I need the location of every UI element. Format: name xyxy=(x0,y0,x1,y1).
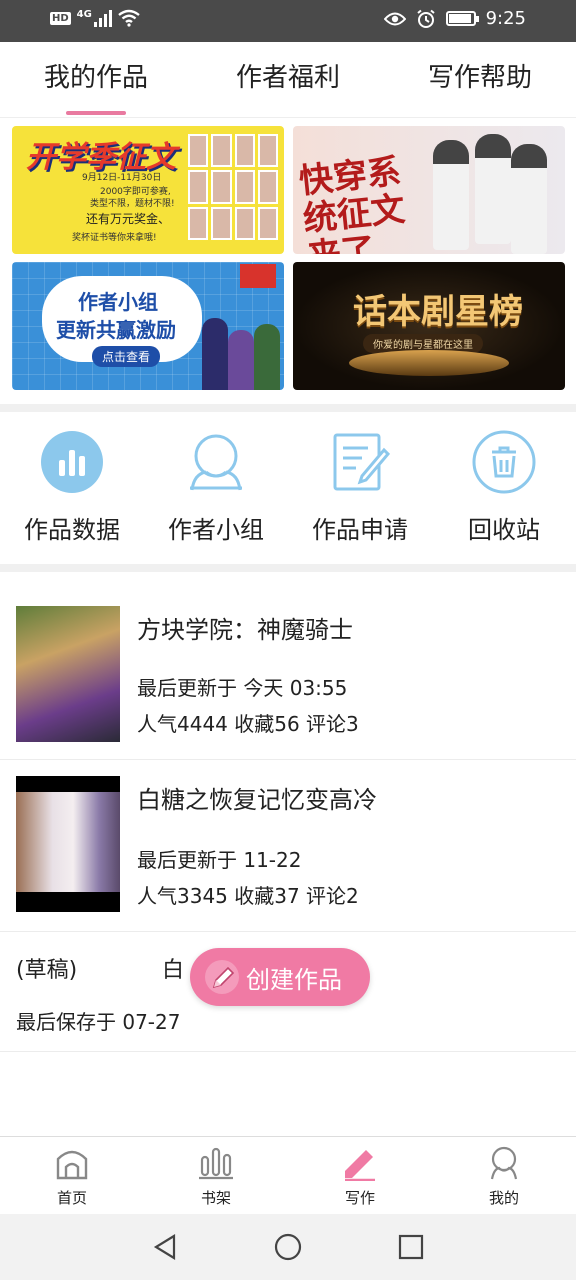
home-circle-icon[interactable] xyxy=(273,1232,303,1262)
recent-apps-icon[interactable] xyxy=(396,1232,426,1262)
action-author-group[interactable]: 作者小组 xyxy=(144,414,288,564)
banner-back-to-school-contest[interactable]: 开学季征文 9月12日-11月30日 2000字即可参赛, 类型不限，题材不限!… xyxy=(12,126,284,254)
work-title: 方块学院：神魔骑士 xyxy=(137,616,353,644)
banner-title: 快穿系统征文来了 xyxy=(297,151,407,254)
banner-stage xyxy=(349,350,509,376)
banner-view-button[interactable]: 点击查看 xyxy=(92,346,161,367)
action-recycle-bin[interactable]: 回收站 xyxy=(432,414,576,564)
action-label: 回收站 xyxy=(468,516,540,544)
action-work-data[interactable]: 作品数据 xyxy=(0,414,144,564)
work-item[interactable]: 白糖之恢复记忆变高冷 最后更新于 11-22 人气3345 收藏37 评论2 xyxy=(0,760,576,932)
banner-figure xyxy=(254,324,280,390)
banner-figure xyxy=(511,144,547,254)
home-icon xyxy=(56,1150,88,1180)
nav-write[interactable]: 写作 xyxy=(288,1137,432,1214)
draft-label: (草稿) xyxy=(16,958,78,983)
create-work-button[interactable]: 创建作品 xyxy=(190,948,370,1006)
tab-author-benefits[interactable]: 作者福利 xyxy=(192,42,384,117)
network-type: 4G xyxy=(76,9,92,20)
work-stats: 人气3345 收藏37 评论2 xyxy=(137,884,359,908)
create-work-label: 创建作品 xyxy=(246,965,342,994)
pencil-icon xyxy=(205,960,239,994)
alarm-icon xyxy=(416,9,435,28)
banner-figure xyxy=(433,140,469,250)
nav-label: 书架 xyxy=(200,1189,231,1207)
clock-time: 9:25 xyxy=(485,8,526,29)
status-bar: HD 4G 9:25 xyxy=(0,0,576,42)
work-cover xyxy=(16,606,120,742)
banner-figure xyxy=(475,134,511,244)
action-label: 作者小组 xyxy=(168,516,264,544)
nav-me[interactable]: 我的 xyxy=(432,1137,576,1214)
tab-my-works[interactable]: 我的作品 xyxy=(0,42,192,117)
action-label: 作品数据 xyxy=(24,516,120,544)
banner-grid: 开学季征文 9月12日-11月30日 2000字即可参赛, 类型不限，题材不限!… xyxy=(12,126,565,390)
bottom-nav: 首页 书架 写作 我的 xyxy=(0,1136,576,1214)
wifi-icon xyxy=(118,9,140,27)
work-item[interactable]: 方块学院：神魔骑士 最后更新于 今天 03:55 人气4444 收藏56 评论3 xyxy=(0,586,576,760)
edit-document-icon xyxy=(333,433,391,491)
banner-text: 还有万元奖金、 xyxy=(86,212,171,226)
banner-drama-star-ranking[interactable]: 话本剧星榜 你爱的剧与星都在这里 xyxy=(293,262,565,390)
banner-figure xyxy=(202,318,228,390)
banner-author-group[interactable]: 作者小组 更新共赢激励 点击查看 xyxy=(12,262,284,390)
section-divider xyxy=(0,564,576,572)
pen-icon xyxy=(345,1150,375,1182)
status-right: 9:25 xyxy=(383,8,526,29)
group-icon xyxy=(190,434,242,491)
nav-label: 首页 xyxy=(56,1189,87,1207)
eye-icon xyxy=(383,12,406,25)
banner-quick-travel-contest[interactable]: 快穿系统征文来了 xyxy=(293,126,565,254)
nav-label: 我的 xyxy=(488,1189,519,1207)
banner-dates: 9月12日-11月30日 xyxy=(82,173,162,183)
action-label: 作品申请 xyxy=(312,516,408,544)
battery-icon xyxy=(445,11,479,26)
work-cover xyxy=(16,776,120,912)
action-work-application[interactable]: 作品申请 xyxy=(288,414,432,564)
flag-icon xyxy=(240,264,276,288)
nav-home[interactable]: 首页 xyxy=(0,1137,144,1214)
work-title: 白糖之恢复记忆变高冷 xyxy=(137,786,377,814)
banner-title: 话本剧星榜 xyxy=(353,292,523,332)
banner-text: 类型不限，题材不限! xyxy=(90,199,175,209)
system-nav-bar xyxy=(0,1214,576,1280)
signal-icon xyxy=(93,9,112,27)
banner-title: 作者小组 xyxy=(78,290,158,314)
work-updated: 最后更新于 11-22 xyxy=(137,848,302,872)
nav-bookshelf[interactable]: 书架 xyxy=(144,1137,288,1214)
draft-saved-time: 最后保存于 07-27 xyxy=(16,1010,181,1034)
banner-text: 奖杯证书等你来拿哦! xyxy=(72,233,157,243)
work-updated: 最后更新于 今天 03:55 xyxy=(137,676,348,700)
banner-subtitle: 更新共赢激励 xyxy=(56,318,176,342)
profile-icon xyxy=(490,1146,518,1180)
work-stats: 人气4444 收藏56 评论3 xyxy=(137,712,359,736)
draft-title: 白 xyxy=(162,958,185,983)
top-tabs: 我的作品 作者福利 写作帮助 xyxy=(0,42,576,118)
bookshelf-icon xyxy=(199,1147,233,1180)
section-divider xyxy=(0,404,576,412)
trash-icon xyxy=(472,430,536,494)
tab-writing-help[interactable]: 写作帮助 xyxy=(384,42,576,117)
hd-badge: HD xyxy=(50,11,71,25)
bar-chart-icon xyxy=(41,431,103,493)
banner-photo-collage xyxy=(188,134,278,240)
nav-label: 写作 xyxy=(344,1189,375,1207)
status-left: HD 4G xyxy=(50,9,140,27)
back-icon[interactable] xyxy=(150,1232,180,1262)
banner-figure xyxy=(228,330,254,390)
quick-actions: 作品数据 作者小组 作品申请 回收站 xyxy=(0,414,576,564)
